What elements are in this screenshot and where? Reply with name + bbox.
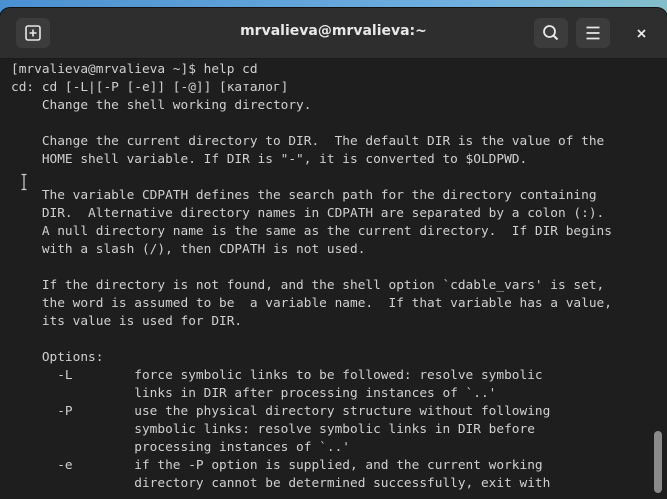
terminal-line: If the directory is not found, and the s… bbox=[11, 278, 605, 293]
close-button[interactable] bbox=[624, 18, 658, 48]
hamburger-menu-icon bbox=[586, 26, 600, 40]
search-icon bbox=[543, 25, 559, 41]
close-icon bbox=[637, 29, 646, 38]
vertical-scrollbar[interactable] bbox=[650, 59, 667, 499]
terminal-line: A null directory name is the same as the… bbox=[11, 224, 612, 239]
terminal-line: the word is assumed to be a variable nam… bbox=[11, 296, 612, 311]
search-button[interactable] bbox=[534, 18, 568, 48]
terminal-line: Change the current directory to DIR. The… bbox=[11, 134, 605, 149]
terminal-line: symbolic links: resolve symbolic links i… bbox=[11, 422, 535, 437]
scrollbar-thumb[interactable] bbox=[654, 431, 662, 493]
terminal-window: mrvalieva@mrvalieva:~ [mrvalieva@mrvalie… bbox=[0, 8, 667, 499]
terminal-line: Change the shell working directory. bbox=[11, 98, 312, 113]
terminal-output[interactable]: [mrvalieva@mrvalieva ~]$ help cd cd: cd [… bbox=[0, 59, 650, 499]
terminal-line: -L force symbolic links to be followed: … bbox=[11, 368, 543, 383]
terminal-line: The variable CDPATH defines the search p… bbox=[11, 188, 597, 203]
title-bar[interactable]: mrvalieva@mrvalieva:~ bbox=[0, 8, 667, 59]
terminal-line: links in DIR after processing instances … bbox=[11, 386, 497, 401]
terminal-line: [mrvalieva@mrvalieva ~]$ help cd bbox=[11, 62, 258, 77]
terminal-line: its value is used for DIR. bbox=[11, 314, 243, 329]
terminal-text: [mrvalieva@mrvalieva ~]$ help cd cd: cd [… bbox=[11, 61, 612, 493]
terminal-line: -P use the physical directory structure … bbox=[11, 404, 551, 419]
terminal-line: directory cannot be determined successfu… bbox=[11, 476, 551, 491]
text-cursor-ibeam-icon bbox=[21, 173, 27, 191]
terminal-line: DIR. Alternative directory names in CDPA… bbox=[11, 206, 605, 221]
menu-button[interactable] bbox=[576, 18, 610, 48]
terminal-line: Options: bbox=[11, 350, 104, 365]
terminal-line: with a slash (/), then CDPATH is not use… bbox=[11, 242, 366, 257]
terminal-line: HOME shell variable. If DIR is "-", it i… bbox=[11, 152, 528, 167]
terminal-line: cd: cd [-L|[-P [-e]] [-@]] [каталог] bbox=[11, 80, 289, 95]
terminal-line: -e if the -P option is supplied, and the… bbox=[11, 458, 543, 473]
terminal-line: processing instances of `..' bbox=[11, 440, 350, 455]
